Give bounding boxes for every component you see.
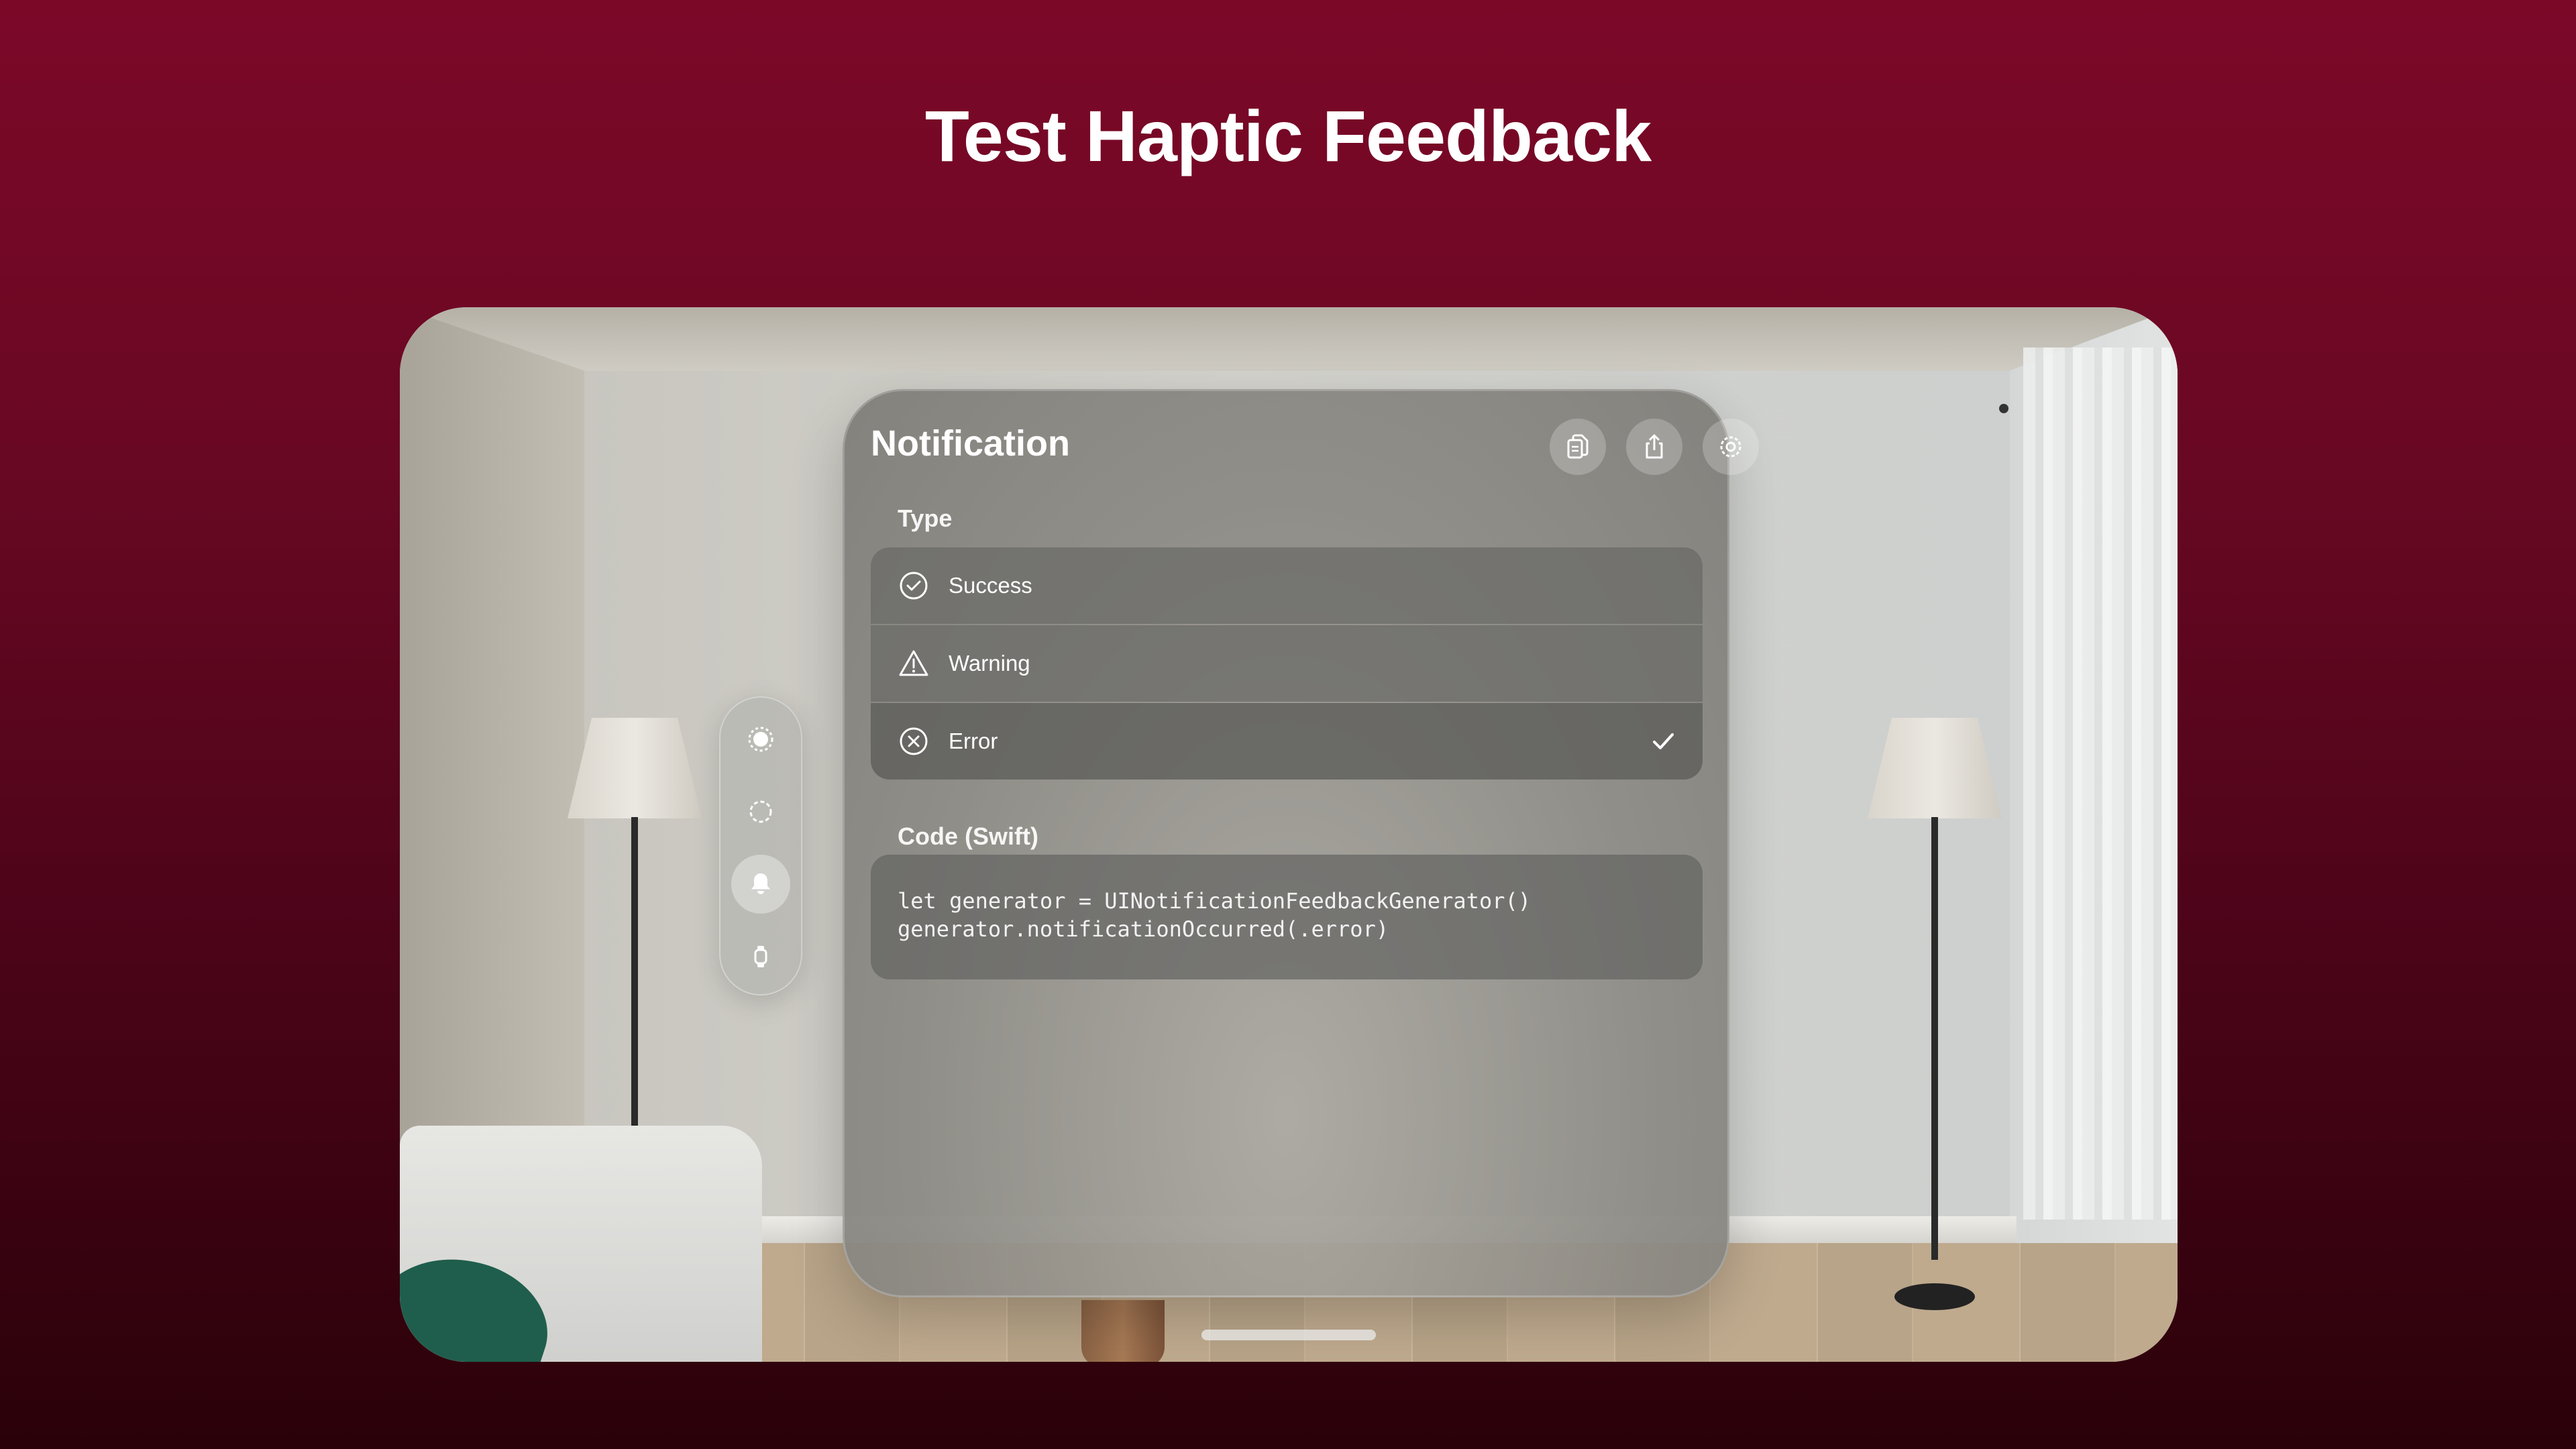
ornament-toolbar	[719, 696, 802, 996]
code-section-label: Code (Swift)	[898, 822, 1038, 850]
type-option-label: Warning	[949, 651, 1030, 676]
copy-button[interactable]	[1550, 419, 1606, 475]
xmark-circle-icon	[900, 727, 928, 755]
plant-pot	[1081, 1300, 1165, 1362]
page-headline: Test Haptic Feedback	[924, 95, 1652, 176]
settings-button[interactable]	[1703, 419, 1759, 475]
code-line: generator.notificationOccurred(.error)	[898, 916, 1389, 942]
code-block: let generator = UINotificationFeedbackGe…	[871, 855, 1703, 979]
checkmark-circle-icon	[900, 572, 928, 600]
type-option-success[interactable]: Success	[871, 547, 1703, 624]
type-option-label: Error	[949, 729, 998, 753]
type-section-label: Type	[898, 504, 953, 532]
right-lamp-base	[1894, 1283, 1975, 1310]
selection-icon	[749, 800, 772, 823]
watch-icon	[754, 946, 767, 967]
watch-button[interactable]	[731, 927, 790, 986]
type-list: Success Warning Error	[871, 547, 1703, 780]
right-lamp-pole	[1931, 817, 1938, 1260]
type-option-error[interactable]: Error	[871, 703, 1703, 780]
share-icon	[1646, 434, 1663, 459]
gear-icon	[1720, 436, 1741, 458]
ceiling	[400, 307, 2178, 374]
selected-checkmark-icon	[1653, 733, 1674, 749]
warning-triangle-icon	[899, 650, 928, 676]
type-option-label: Success	[949, 573, 1032, 598]
impact-button[interactable]	[731, 710, 790, 769]
copy-document-icon	[1567, 434, 1589, 459]
impact-icon	[748, 727, 773, 752]
notification-window: Notification Type Success Warning Error …	[843, 389, 1759, 1297]
notification-button[interactable]	[731, 855, 790, 914]
curtain	[2023, 347, 2178, 1220]
share-button[interactable]	[1626, 419, 1682, 475]
room-scene: Notification Type Success Warning Error …	[400, 307, 2178, 1362]
code-line: let generator = UINotificationFeedbackGe…	[898, 888, 1532, 914]
window-title: Notification	[871, 423, 1070, 464]
type-option-warning[interactable]: Warning	[871, 625, 1703, 702]
selection-button[interactable]	[731, 782, 790, 841]
window-grabber-bar[interactable]	[1201, 1330, 1376, 1340]
bell-icon	[751, 873, 770, 894]
wall-dot	[1999, 404, 2008, 413]
